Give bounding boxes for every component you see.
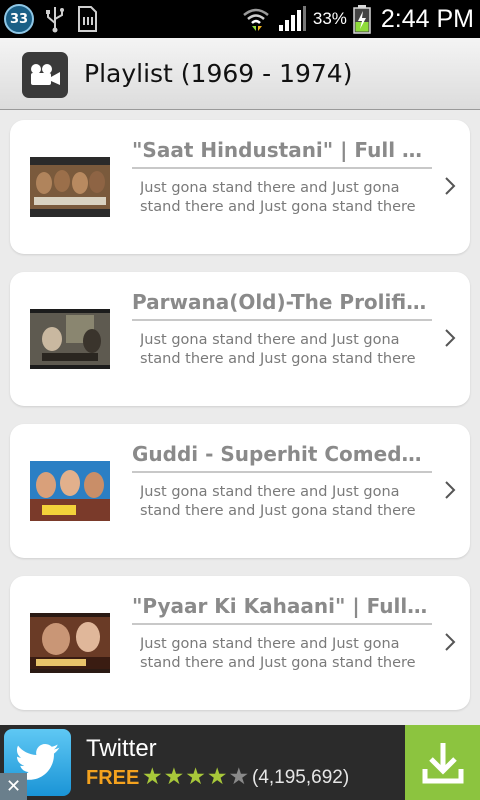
video-title: Guddi - Superhit Comedy... [132,442,432,466]
star-icon: ★ [142,764,163,790]
title-divider [132,167,432,169]
star-icon: ★ [163,764,185,790]
star-icon: ★ [185,764,206,790]
video-thumbnail [30,461,110,521]
usb-icon [46,7,64,33]
star-icon: ★ [228,764,250,790]
wifi-icon [243,8,269,31]
sd-card-icon [78,6,97,32]
download-button[interactable] [405,725,480,800]
battery-percentage: 33% [312,9,347,28]
chevron-right-icon [445,633,456,651]
video-description: Just gona stand there and Just gona stan… [140,180,416,215]
chevron-right-icon [445,329,456,347]
notification-count-badge: 33 [4,4,34,34]
ad-banner[interactable]: Twitter FREE ★ ★ ★ ★ ★ (4,195,692) [0,725,480,800]
title-divider [132,319,432,321]
video-title: Parwana(Old)-The Prolific... [132,290,432,314]
playlist-item[interactable]: "Pyaar Ki Kahaani" | Full Hi... Just gon… [10,576,470,710]
title-divider [132,623,432,625]
playlist-item[interactable]: Parwana(Old)-The Prolific... Just gona s… [10,272,470,406]
signal-strength-icon [278,6,306,31]
page-title: Playlist (1969 - 1974) [84,59,353,88]
video-title: "Pyaar Ki Kahaani" | Full Hi... [132,594,432,618]
chevron-right-icon [445,481,456,499]
playlist-item[interactable]: "Saat Hindustani" | Full Mo... Just gona… [10,120,470,254]
video-thumbnail [30,157,110,217]
video-thumbnail [30,309,110,369]
video-title: "Saat Hindustani" | Full Mo... [132,138,432,162]
download-icon [422,742,463,783]
video-description: Just gona stand there and Just gona stan… [140,636,416,671]
status-clock: 2:44 PM [380,4,474,33]
ad-app-name: Twitter [86,735,157,762]
playlist-item[interactable]: Guddi - Superhit Comedy... Just gona sta… [10,424,470,558]
playlist-list: "Saat Hindustani" | Full Mo... Just gona… [0,110,480,725]
close-ad-button[interactable]: ✕ [0,773,27,800]
battery-charging-icon [353,5,371,34]
chevron-right-icon [445,177,456,195]
ad-rating-count: (4,195,692) [252,767,350,788]
video-description: Just gona stand there and Just gona stan… [140,332,416,367]
ad-rating-stars: ★ ★ ★ ★ ★ [142,764,249,790]
status-bar: 33 33% 2:44 PM [0,0,480,38]
star-icon: ★ [206,764,228,790]
title-divider [132,471,432,473]
video-description: Just gona stand there and Just gona stan… [140,484,416,519]
video-camera-icon[interactable] [22,52,68,98]
ad-price: FREE [86,767,140,789]
action-bar: Playlist (1969 - 1974) [0,38,480,110]
video-thumbnail [30,613,110,673]
